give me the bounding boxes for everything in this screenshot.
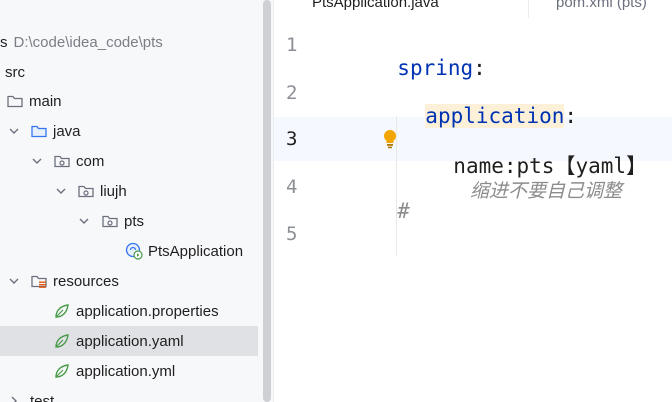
chevron-down-icon[interactable]	[7, 274, 21, 288]
tree-label: resources	[53, 272, 119, 290]
chevron-down-icon[interactable]	[30, 154, 44, 168]
comment-hash: #	[397, 199, 410, 223]
source-folder-icon	[30, 122, 48, 140]
spring-leaf-icon	[53, 362, 71, 380]
line-number: 5	[286, 223, 298, 245]
tree-scrollbar-thumb[interactable]	[263, 0, 271, 402]
chevron-down-icon[interactable]	[7, 124, 21, 138]
tab-label: PtsApplication.java	[312, 0, 439, 11]
package-icon	[101, 212, 119, 230]
line-number: 2	[286, 82, 298, 104]
package-icon	[53, 152, 71, 170]
tree-label: test	[30, 392, 55, 402]
tree-row-java[interactable]: java	[0, 116, 261, 146]
chevron-down-icon[interactable]	[77, 214, 91, 228]
yaml-entry: name:pts【yaml】	[453, 154, 648, 178]
tree-label: application.yaml	[76, 332, 184, 350]
tree-row-pts[interactable]: pts	[0, 206, 261, 236]
yaml-key: spring	[397, 56, 474, 80]
tree-row-ptsapplication[interactable]: PtsApplication	[0, 236, 261, 266]
tree-row-liujh[interactable]: liujh	[0, 176, 261, 206]
code-line-4[interactable]: #	[372, 175, 410, 223]
tree-row-application-yaml[interactable]: application.yaml	[0, 326, 258, 356]
intention-bulb-icon[interactable]	[380, 128, 400, 150]
tree-label: src	[5, 63, 25, 81]
tree-label: main	[29, 92, 62, 110]
tab-ptsapplication[interactable]: PtsApplication.java	[274, 0, 530, 18]
package-icon	[77, 182, 95, 200]
code-line-3[interactable]: name:pts【yaml】	[428, 126, 647, 180]
root-name: s	[0, 33, 8, 51]
tree-label: com	[76, 152, 105, 170]
code-line-2[interactable]: application:	[400, 80, 577, 128]
tree-label: java	[53, 122, 81, 140]
yaml-colon: :	[473, 56, 486, 80]
tree-row-application-yml[interactable]: application.yml	[0, 356, 261, 386]
line-number: 3	[286, 128, 298, 150]
tab-label: pom.xml (pts)	[556, 0, 647, 11]
code-line-1[interactable]: spring:	[372, 32, 486, 80]
tree-label: pts	[124, 212, 145, 230]
tree-row-root[interactable]: s D:\code\idea_code\pts	[0, 27, 261, 57]
tree-row-application-properties[interactable]: application.properties	[0, 296, 261, 326]
root-path: D:\code\idea_code\pts	[13, 33, 163, 51]
line-number: 4	[286, 176, 298, 198]
tree-row-main[interactable]: main	[0, 86, 261, 116]
tree-row-com[interactable]: com	[0, 146, 261, 176]
line-number: 1	[286, 34, 298, 56]
folder-icon	[6, 92, 24, 110]
tree-label: PtsApplication	[148, 242, 244, 260]
tree-label: application.yml	[76, 362, 176, 380]
chevron-right-icon[interactable]	[7, 394, 21, 402]
spring-leaf-icon	[53, 332, 71, 350]
yaml-key: application	[425, 104, 565, 128]
editor-tab-bar: PtsApplication.java pom.xml (pts)	[274, 0, 672, 18]
spring-class-icon	[125, 242, 143, 260]
code-comment: 缩进不要自己调整	[470, 180, 623, 202]
tree-row-src[interactable]: src	[0, 57, 261, 87]
chevron-down-icon[interactable]	[54, 184, 68, 198]
tree-row-test[interactable]: test	[0, 386, 261, 402]
resources-folder-icon	[30, 272, 48, 290]
tree-label: liujh	[100, 182, 127, 200]
tab-divider	[528, 0, 529, 18]
spring-leaf-icon	[53, 302, 71, 320]
tree-row-resources[interactable]: resources	[0, 266, 261, 296]
project-tree: s D:\code\idea_code\pts src main java com	[0, 0, 261, 402]
tree-label: application.properties	[76, 302, 219, 320]
yaml-colon: :	[564, 104, 578, 128]
tab-pom[interactable]: pom.xml (pts)	[532, 0, 672, 18]
